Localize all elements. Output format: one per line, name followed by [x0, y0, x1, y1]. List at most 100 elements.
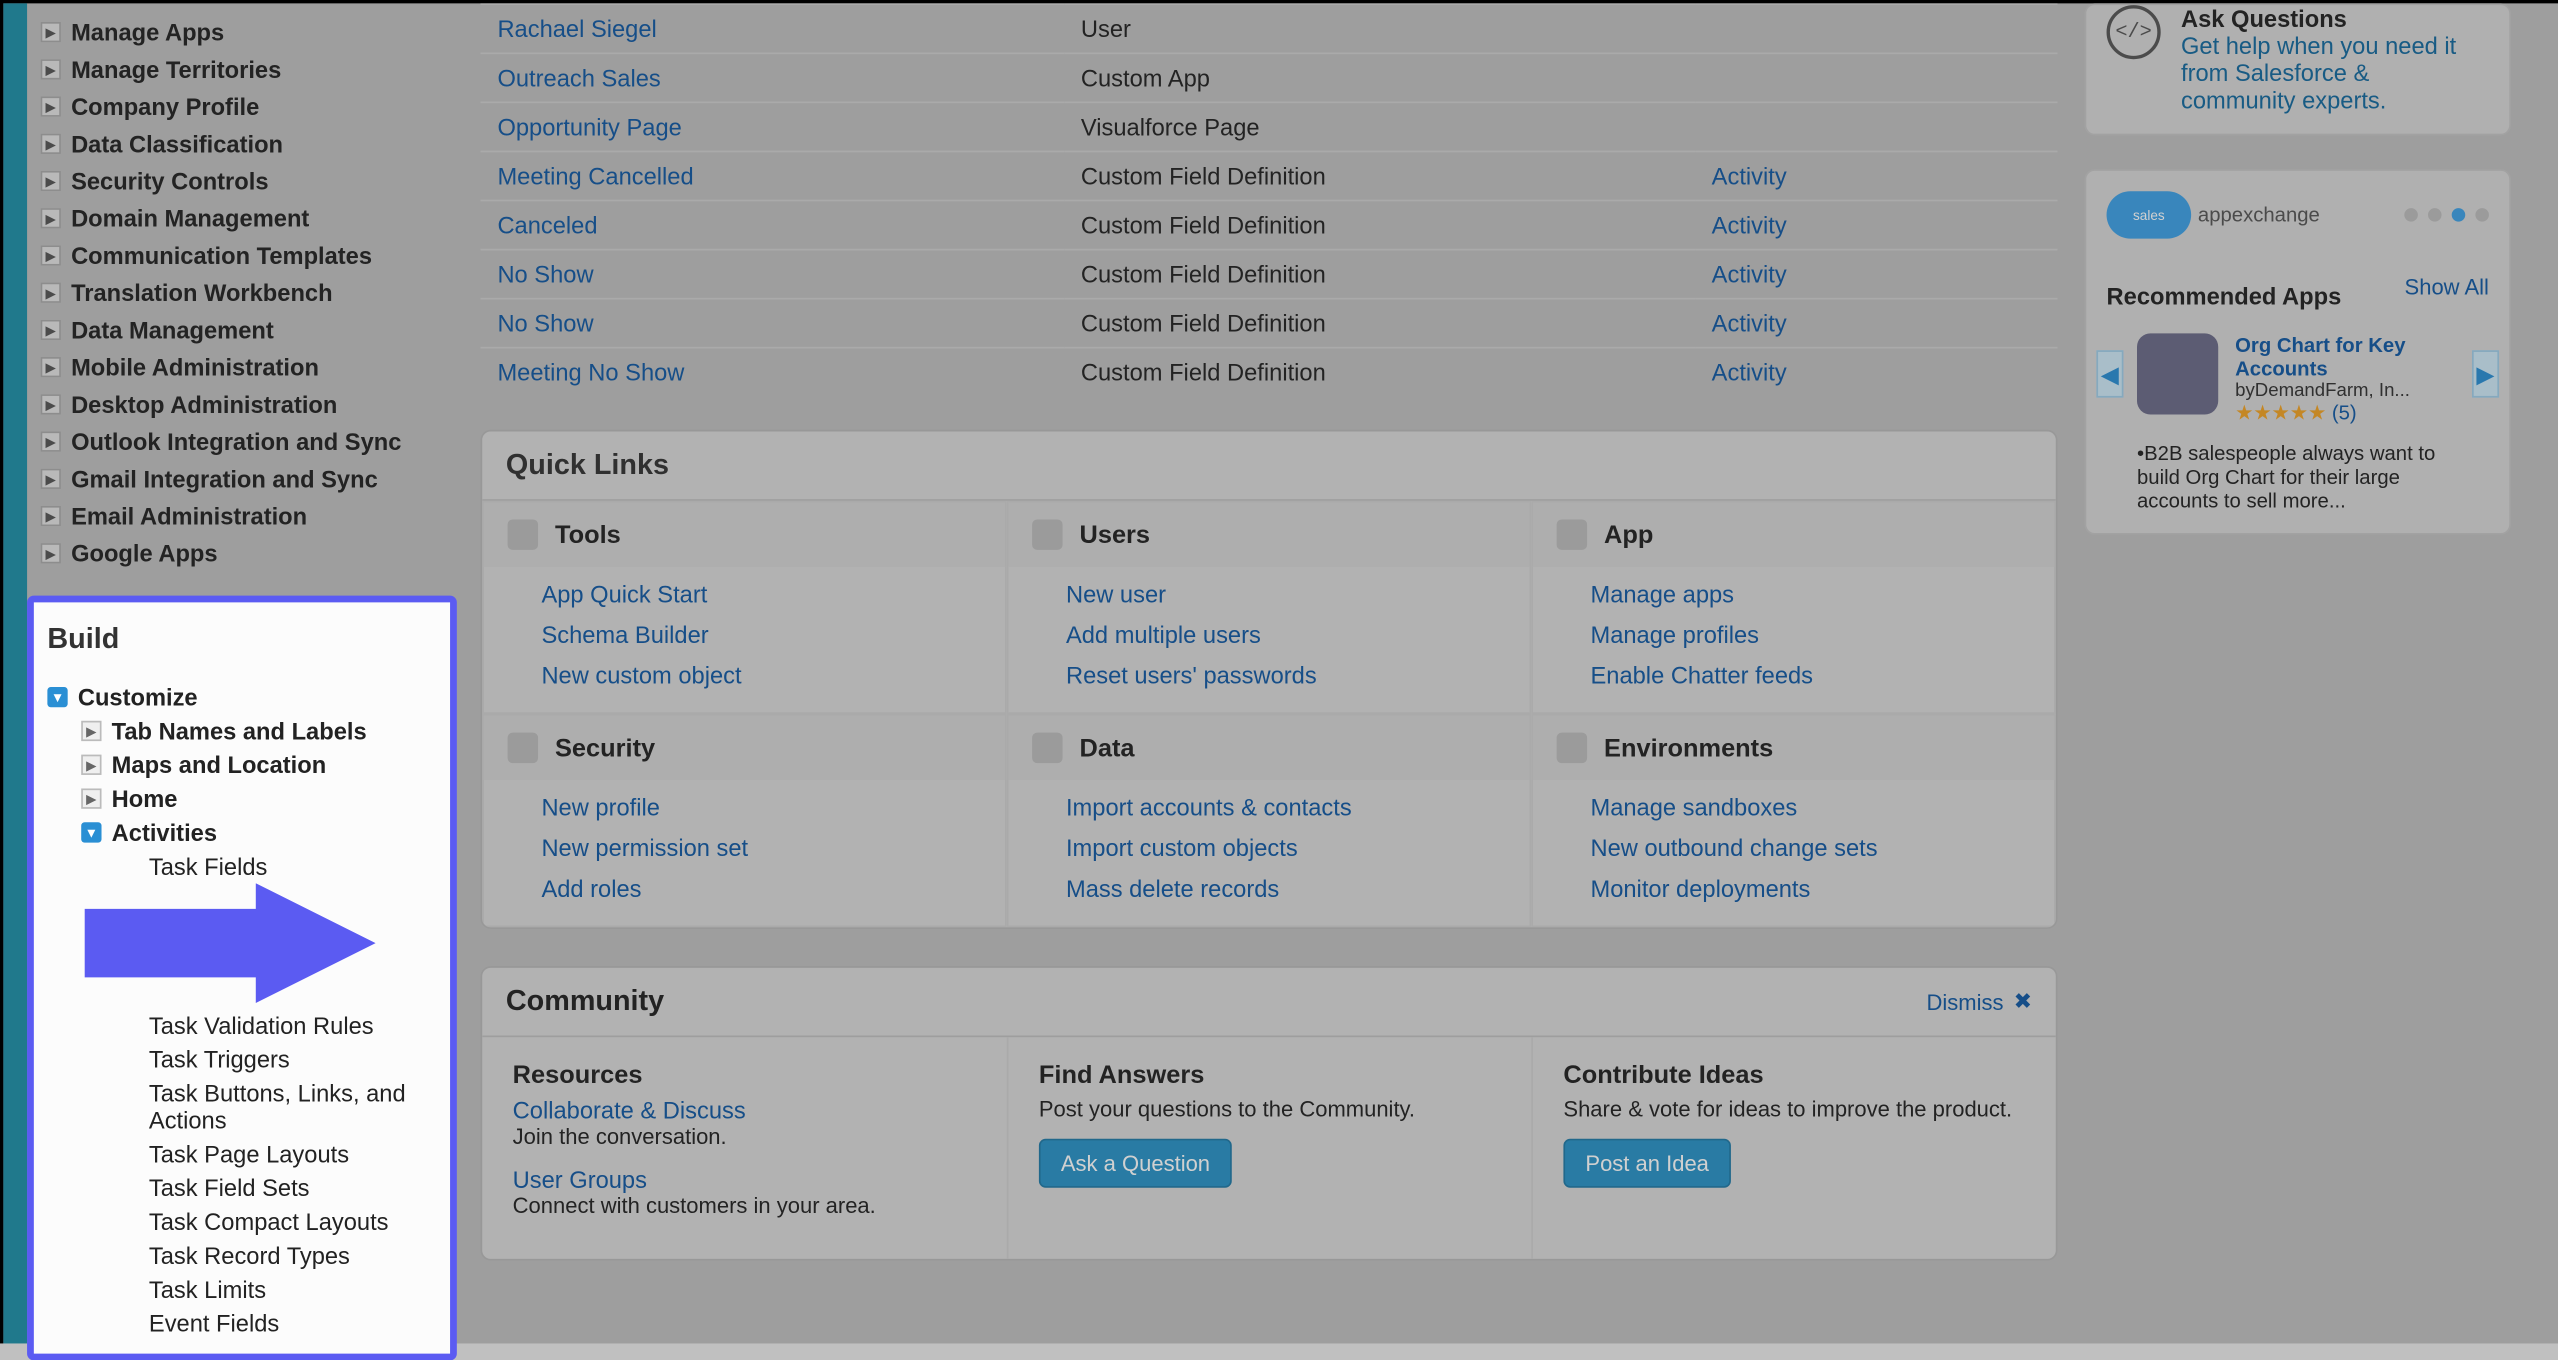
sidebar-item-gmail-integration-and-sync[interactable]: ▶Gmail Integration and Sync	[27, 460, 464, 497]
sidebar-item-task-buttons-links-and-actions[interactable]: Task Buttons, Links, and Actions	[149, 1076, 440, 1137]
sidebar-item-email-administration[interactable]: ▶Email Administration	[27, 497, 464, 534]
chevron-right-icon: ▶	[41, 357, 61, 377]
sidebar-item-data-classification[interactable]: ▶Data Classification	[27, 125, 464, 162]
carousel-prev-button[interactable]: ◀	[2096, 350, 2123, 397]
quicklink-manage-profiles[interactable]: Manage profiles	[1590, 621, 2054, 648]
table-row: Outreach SalesCustom App	[481, 53, 2058, 102]
chevron-right-icon: ▶	[41, 469, 61, 489]
security-icon	[508, 733, 538, 763]
quicklink-new-user[interactable]: New user	[1066, 580, 1530, 607]
quicklink-new-custom-object[interactable]: New custom object	[541, 662, 1005, 689]
quicklink-import-accounts-contacts[interactable]: Import accounts & contacts	[1066, 794, 1530, 821]
chevron-down-icon: ▼	[81, 822, 101, 842]
object-link[interactable]: Activity	[1712, 212, 1787, 239]
app-name-link[interactable]: Org Chart for Key Accounts	[2235, 333, 2458, 380]
quicklink-app-quick-start[interactable]: App Quick Start	[541, 580, 1005, 607]
chevron-right-icon: ▶	[41, 245, 61, 265]
sidebar-item-manage-territories[interactable]: ▶Manage Territories	[27, 51, 464, 88]
quicklink-enable-chatter-feeds[interactable]: Enable Chatter feeds	[1590, 662, 2054, 689]
sidebar-item-google-apps[interactable]: ▶Google Apps	[27, 535, 464, 572]
object-link[interactable]: Activity	[1712, 359, 1787, 386]
chevron-right-icon: ▶	[41, 394, 61, 414]
close-icon: ✖	[2014, 988, 2032, 1015]
sidebar-item-task-fields[interactable]: Task Fields	[149, 849, 440, 1008]
table-row: No ShowCustom Field DefinitionActivity	[481, 299, 2058, 348]
sidebar-item-customize[interactable]: ▼ Customize	[44, 680, 440, 714]
sidebar-item-mobile-administration[interactable]: ▶Mobile Administration	[27, 349, 464, 386]
sidebar-item-event-fields[interactable]: Event Fields	[149, 1306, 440, 1340]
tools-icon	[508, 519, 538, 549]
sidebar-item-tab-names-and-labels[interactable]: ▶Tab Names and Labels	[78, 714, 440, 748]
carousel-next-button[interactable]: ▶	[2472, 350, 2499, 397]
record-link[interactable]: Meeting No Show	[497, 359, 684, 386]
object-link[interactable]: Activity	[1712, 310, 1787, 337]
quicklink-add-multiple-users[interactable]: Add multiple users	[1066, 621, 1530, 648]
chevron-right-icon: ▶	[81, 788, 101, 808]
quicklink-new-permission-set[interactable]: New permission set	[541, 834, 1005, 861]
right-column: </> Ask Questions Get help when you need…	[2085, 3, 2511, 534]
recent-items-table: Rachael SiegelUserOutreach SalesCustom A…	[481, 3, 2058, 396]
sidebar-item-desktop-administration[interactable]: ▶Desktop Administration	[27, 386, 464, 423]
post-idea-button[interactable]: Post an Idea	[1563, 1139, 1731, 1188]
user-groups-link[interactable]: User Groups	[513, 1166, 977, 1193]
salesforce-cloud-icon: sales	[2107, 191, 2192, 238]
quicklink-new-outbound-change-sets[interactable]: New outbound change sets	[1590, 834, 2054, 861]
quicklinks-users: UsersNew userAdd multiple usersReset use…	[1007, 501, 1532, 714]
highlight-arrow-icon	[85, 981, 376, 1008]
sidebar-item-task-record-types[interactable]: Task Record Types	[149, 1238, 440, 1272]
quicklink-schema-builder[interactable]: Schema Builder	[541, 621, 1005, 648]
chevron-right-icon: ▶	[41, 134, 61, 154]
record-link[interactable]: Rachael Siegel	[497, 15, 656, 42]
sidebar-item-data-management[interactable]: ▶Data Management	[27, 311, 464, 348]
quicklink-import-custom-objects[interactable]: Import custom objects	[1066, 834, 1530, 861]
sidebar-item-translation-workbench[interactable]: ▶Translation Workbench	[27, 274, 464, 311]
record-link[interactable]: Meeting Cancelled	[497, 162, 693, 189]
sidebar-item-task-triggers[interactable]: Task Triggers	[149, 1042, 440, 1076]
ask-questions-card[interactable]: </> Ask Questions Get help when you need…	[2085, 3, 2511, 135]
object-link[interactable]: Activity	[1712, 162, 1787, 189]
sidebar-item-task-compact-layouts[interactable]: Task Compact Layouts	[149, 1204, 440, 1238]
quicklink-reset-users-passwords[interactable]: Reset users' passwords	[1066, 662, 1530, 689]
object-link[interactable]: Activity	[1712, 261, 1787, 288]
record-link[interactable]: No Show	[497, 261, 593, 288]
sidebar-item-task-limits[interactable]: Task Limits	[149, 1272, 440, 1306]
sidebar: ▶Manage Apps▶Manage Territories▶Company …	[27, 3, 464, 1360]
chevron-right-icon: ▶	[41, 22, 61, 42]
community-panel: Community Dismiss ✖ Resources Collaborat…	[481, 966, 2058, 1260]
record-link[interactable]: Outreach Sales	[497, 64, 660, 91]
ask-question-button[interactable]: Ask a Question	[1039, 1139, 1232, 1188]
sidebar-item-domain-management[interactable]: ▶Domain Management	[27, 200, 464, 237]
dismiss-button[interactable]: Dismiss ✖	[1927, 988, 2033, 1015]
table-row: Meeting No ShowCustom Field DefinitionAc…	[481, 348, 2058, 396]
sidebar-item-communication-templates[interactable]: ▶Communication Templates	[27, 237, 464, 274]
chevron-right-icon: ▶	[41, 543, 61, 563]
carousel-dots[interactable]	[2404, 208, 2489, 222]
collaborate-link[interactable]: Collaborate & Discuss	[513, 1096, 977, 1123]
sidebar-item-task-page-layouts[interactable]: Task Page Layouts	[149, 1137, 440, 1171]
show-all-link[interactable]: Show All	[2405, 273, 2489, 298]
quicklink-add-roles[interactable]: Add roles	[541, 875, 1005, 902]
quicklink-mass-delete-records[interactable]: Mass delete records	[1066, 875, 1530, 902]
record-link[interactable]: Canceled	[497, 212, 597, 239]
quicklinks-environments: EnvironmentsManage sandboxesNew outbound…	[1531, 714, 2056, 927]
chevron-right-icon: ▶	[41, 506, 61, 526]
quicklink-new-profile[interactable]: New profile	[541, 794, 1005, 821]
sidebar-item-maps-and-location[interactable]: ▶Maps and Location	[78, 748, 440, 782]
table-row: Meeting CancelledCustom Field Definition…	[481, 151, 2058, 200]
sidebar-item-home[interactable]: ▶Home	[78, 782, 440, 816]
quicklink-monitor-deployments[interactable]: Monitor deployments	[1590, 875, 2054, 902]
sidebar-item-manage-apps[interactable]: ▶Manage Apps	[27, 14, 464, 51]
quicklink-manage-sandboxes[interactable]: Manage sandboxes	[1590, 794, 2054, 821]
table-row: No ShowCustom Field DefinitionActivity	[481, 250, 2058, 299]
record-link[interactable]: No Show	[497, 310, 593, 337]
sidebar-item-activities[interactable]: ▼ Activities	[78, 816, 440, 850]
code-bubble-icon: </>	[2107, 5, 2161, 59]
quicklink-manage-apps[interactable]: Manage apps	[1590, 580, 2054, 607]
sidebar-item-outlook-integration-and-sync[interactable]: ▶Outlook Integration and Sync	[27, 423, 464, 460]
sidebar-item-company-profile[interactable]: ▶Company Profile	[27, 88, 464, 125]
sidebar-item-task-validation-rules[interactable]: Task Validation Rules	[149, 1008, 440, 1042]
sidebar-item-security-controls[interactable]: ▶Security Controls	[27, 162, 464, 199]
build-section: Build ▼ Customize ▶Tab Names and Labels▶…	[27, 596, 457, 1360]
sidebar-item-task-field-sets[interactable]: Task Field Sets	[149, 1171, 440, 1205]
record-link[interactable]: Opportunity Page	[497, 113, 681, 140]
